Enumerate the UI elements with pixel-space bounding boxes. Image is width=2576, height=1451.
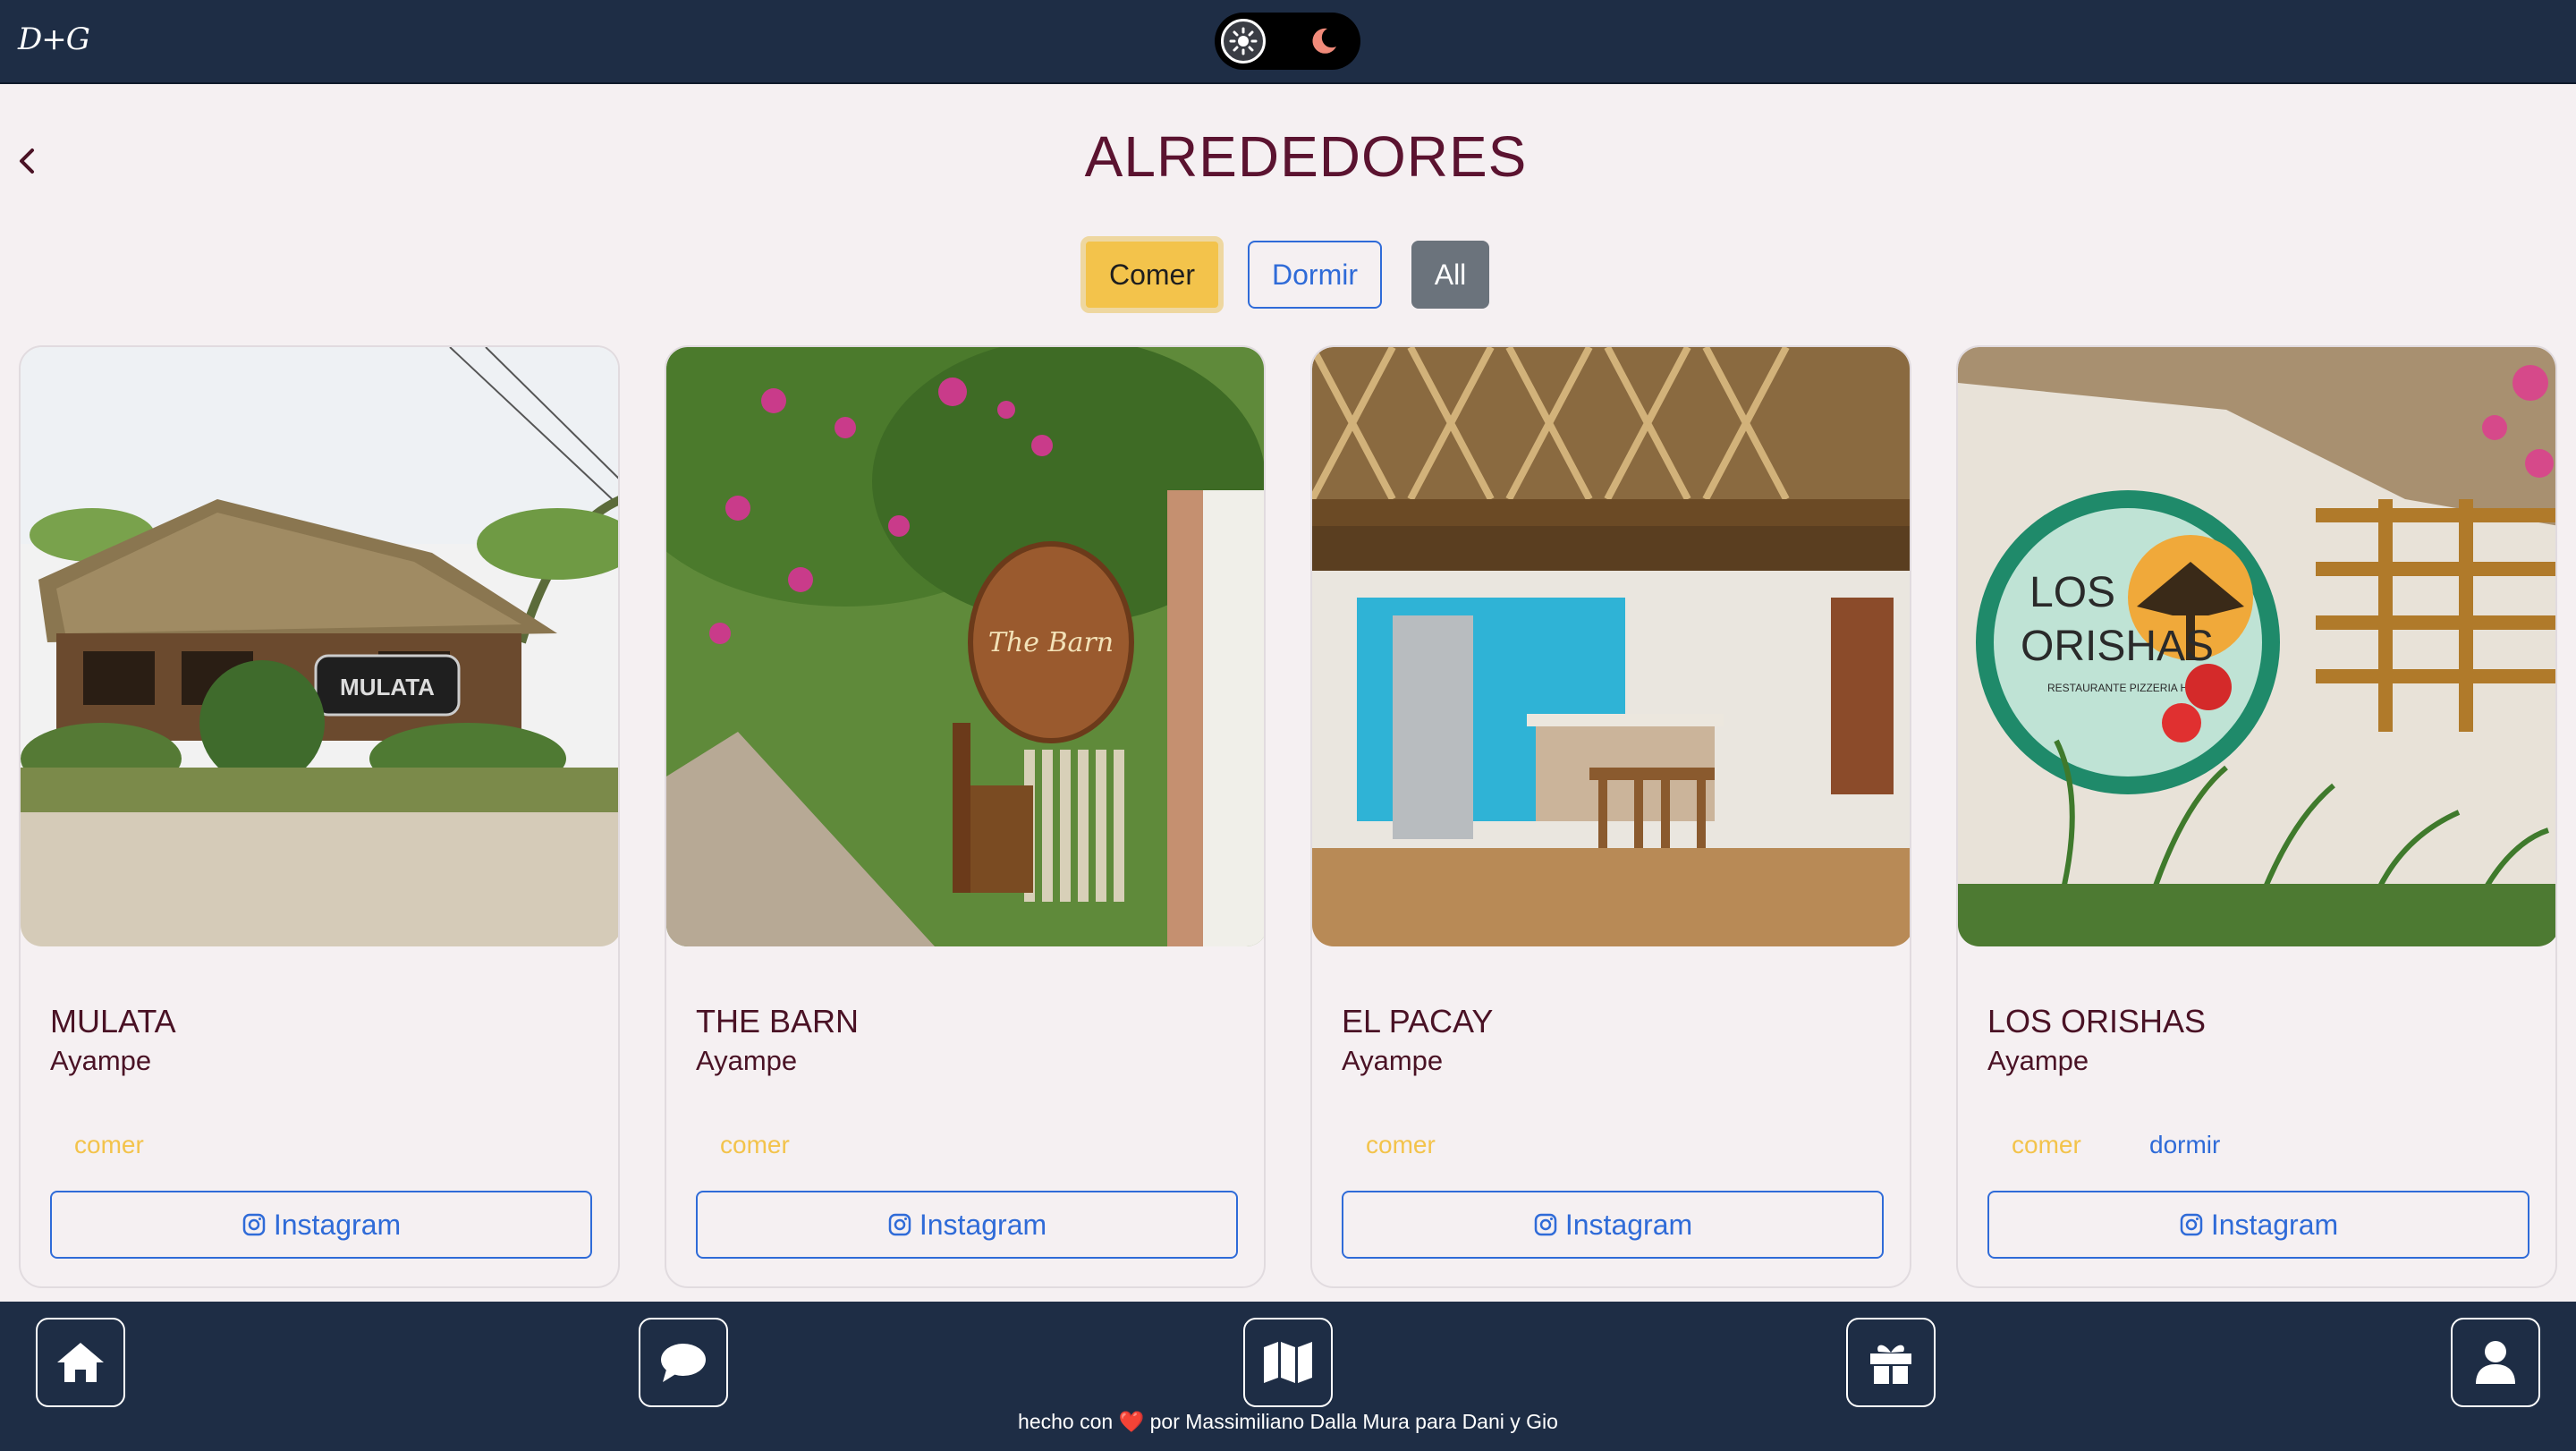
barn-sign-text: The Barn [988,627,1114,658]
tag-comer: comer [720,1131,790,1158]
tag-dormir: dormir [2149,1131,2221,1158]
tag-comer: comer [1366,1131,1436,1158]
nav-chat-button[interactable] [639,1318,728,1407]
place-location: Ayampe [1342,1045,1444,1076]
instagram-icon [888,1213,911,1236]
user-icon [2476,1341,2515,1384]
filter-all-button[interactable]: All [1411,241,1489,309]
place-title: THE BARN [696,1003,860,1039]
heart-icon: ❤️ [1118,1410,1145,1433]
place-location: Ayampe [1987,1045,2089,1076]
instagram-button[interactable]: Instagram [1987,1191,2529,1259]
instagram-label: Instagram [1564,1208,1693,1241]
place-title: MULATA [50,1003,176,1039]
place-location: Ayampe [696,1045,798,1076]
place-card-the-barn: The Barn THE BARN Ayampe comer Instagram [665,345,1266,1288]
instagram-button[interactable]: Instagram [1342,1191,1884,1259]
instagram-icon [242,1213,266,1236]
page-title: ALREDEDORES [1084,124,1528,189]
tag-comer: comer [2012,1131,2081,1158]
moon-icon [1312,28,1336,54]
instagram-label: Instagram [919,1208,1047,1241]
app-logo[interactable]: D+G [18,21,90,57]
place-photo-el-pacay [1312,347,1910,946]
instagram-button[interactable]: Instagram [50,1191,592,1259]
place-photo-the-barn: The Barn [666,347,1264,946]
orishas-sign-line1: LOS [2029,569,2115,616]
home-icon [57,1343,104,1382]
footer-credit: hecho con ❤️ por Massimiliano Dalla Mura… [0,1410,2576,1434]
filter-comer-button[interactable]: Comer [1080,236,1224,313]
instagram-label: Instagram [2210,1208,2339,1241]
instagram-icon [1534,1213,1557,1236]
place-location: Ayampe [50,1045,152,1076]
bottom-navbar: hecho con ❤️ por Massimiliano Dalla Mura… [0,1302,2576,1451]
place-card-los-orishas: LOS ORISHAS RESTAURANTE PIZZERIA HOSTAL … [1956,345,2557,1288]
nav-profile-button[interactable] [2451,1318,2540,1407]
instagram-icon [2180,1213,2203,1236]
chat-icon [661,1344,706,1382]
place-title: LOS ORISHAS [1987,1003,2207,1039]
theme-toggle[interactable] [1215,13,1360,70]
footer-prefix: hecho con [1018,1410,1114,1433]
orishas-sign-line2: ORISHAS [2021,623,2214,670]
filter-dormir-button[interactable]: Dormir [1248,241,1382,309]
sun-icon [1221,19,1266,64]
place-card-mulata: MULATA MULATA Ayampe comer Instagram [19,345,620,1288]
instagram-label: Instagram [273,1208,402,1241]
nav-map-button[interactable] [1243,1318,1333,1407]
place-photo-mulata: MULATA [21,347,618,946]
nav-home-button[interactable] [36,1318,125,1407]
gift-icon [1870,1345,1911,1384]
nav-gift-button[interactable] [1846,1318,1936,1407]
place-photo-los-orishas: LOS ORISHAS RESTAURANTE PIZZERIA HOSTAL [1958,347,2555,946]
map-icon [1264,1342,1312,1383]
place-card-el-pacay: EL PACAY Ayampe comer Instagram [1310,345,1911,1288]
footer-suffix: por Massimiliano Dalla Mura para Dani y … [1149,1410,1558,1433]
mulata-sign-text: MULATA [340,674,435,700]
tag-comer: comer [74,1131,144,1158]
instagram-button[interactable]: Instagram [696,1191,1238,1259]
top-navbar: D+G [0,0,2576,84]
place-title: EL PACAY [1342,1003,1494,1039]
